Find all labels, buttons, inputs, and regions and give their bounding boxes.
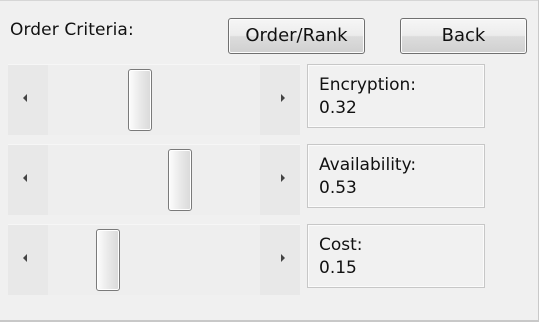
- slider-thumb[interactable]: [128, 69, 153, 131]
- cost-slider[interactable]: [8, 224, 300, 295]
- order-criteria-label: Order Criteria:: [10, 20, 134, 40]
- top-border: [0, 0, 539, 1]
- availability-slider[interactable]: [8, 144, 300, 215]
- encryption-label: Encryption:: [319, 75, 416, 95]
- encryption-value: 0.32: [319, 98, 357, 118]
- arrow-right-icon[interactable]: [281, 94, 285, 102]
- availability-value: 0.53: [319, 178, 357, 198]
- availability-value-box: Availability: 0.53: [307, 144, 485, 208]
- order-rank-button[interactable]: Order/Rank: [228, 18, 365, 54]
- slider-thumb[interactable]: [96, 229, 121, 291]
- back-button[interactable]: Back: [400, 18, 527, 54]
- slider-thumb[interactable]: [167, 149, 192, 211]
- cost-value-box: Cost: 0.15: [307, 224, 485, 288]
- arrow-left-icon[interactable]: [23, 254, 27, 262]
- cost-label: Cost:: [319, 235, 363, 255]
- arrow-left-icon[interactable]: [23, 94, 27, 102]
- availability-label: Availability:: [319, 155, 417, 175]
- encryption-value-box: Encryption: 0.32: [307, 64, 485, 128]
- arrow-right-icon[interactable]: [281, 174, 285, 182]
- cost-value: 0.15: [319, 258, 357, 278]
- arrow-right-icon[interactable]: [281, 254, 285, 262]
- encryption-slider[interactable]: [8, 64, 300, 135]
- arrow-left-icon[interactable]: [23, 174, 27, 182]
